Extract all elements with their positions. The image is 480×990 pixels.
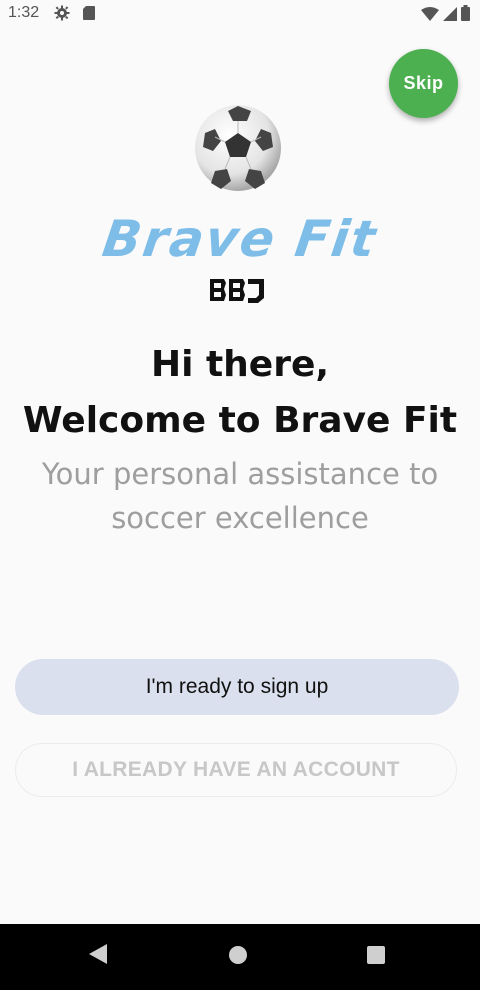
welcome-greeting: Hi there, [150,344,330,385]
cell-signal-icon [443,6,457,25]
sd-card-icon [82,5,96,25]
wifi-icon [421,6,439,25]
welcome-subtitle: Your personal assistance to soccer excel… [41,457,439,535]
home-icon[interactable] [227,944,249,970]
welcome-title: Welcome to Brave Fit [22,400,458,441]
brand-title: Brave Fit [99,210,381,268]
battery-icon [461,5,470,25]
signup-button[interactable]: I'm ready to sign up [15,659,459,715]
recents-icon[interactable] [366,945,386,969]
navigation-bar [0,924,480,990]
back-icon[interactable] [87,942,109,970]
settings-gear-icon [54,5,70,25]
existing-account-button[interactable]: I ALREADY HAVE AN ACCOUNT [15,743,457,797]
ball-icon [193,103,283,193]
status-time: 1:32 [8,4,40,21]
skip-button[interactable]: Skip [389,49,458,118]
bbj-logo [208,276,266,306]
status-bar: 1:32 [0,0,480,28]
